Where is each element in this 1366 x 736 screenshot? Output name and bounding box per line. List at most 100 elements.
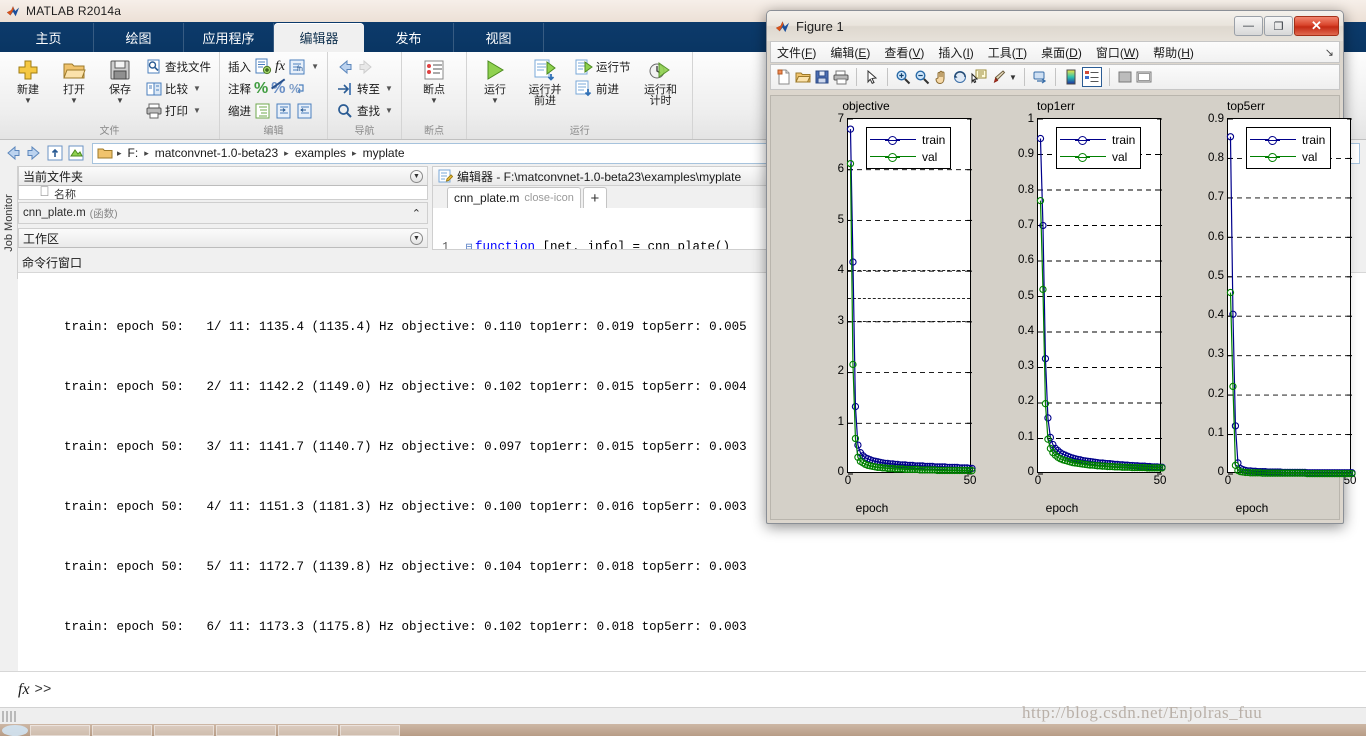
- insert-row[interactable]: 插入 fx fn ▼: [226, 56, 321, 77]
- menu-insert[interactable]: 插入(I): [938, 44, 973, 61]
- colorbar-icon[interactable]: [1063, 69, 1079, 85]
- run-section-button[interactable]: 运行节: [573, 56, 633, 77]
- tab-publish[interactable]: 发布: [364, 23, 454, 52]
- resize-grip-icon[interactable]: [2, 710, 16, 722]
- editor-code-area[interactable]: 1 ⊟ function [net, info] = cnn_plate() 2…: [432, 208, 772, 250]
- plot-legend[interactable]: train val: [1246, 127, 1332, 169]
- maximize-button[interactable]: ❐: [1264, 16, 1293, 36]
- nav-browse-folder-icon[interactable]: [67, 144, 85, 162]
- close-icon[interactable]: close-icon: [524, 192, 574, 204]
- new-button[interactable]: 新建 ▼: [6, 54, 50, 105]
- minimize-button[interactable]: —: [1234, 16, 1263, 36]
- nav-back-icon[interactable]: [4, 144, 22, 162]
- chevron-down-icon[interactable]: ▼: [385, 106, 393, 115]
- show-plot-tools-icon[interactable]: [1136, 69, 1152, 85]
- breadcrumb-item-matconvnet[interactable]: matconvnet-1.0-beta23: [153, 146, 280, 160]
- print-figure-icon[interactable]: [833, 69, 849, 85]
- menu-help[interactable]: 帮助(H): [1153, 44, 1194, 61]
- function-details-bar[interactable]: cnn_plate.m (函数) ⌃: [18, 202, 428, 224]
- datacursor-icon[interactable]: [971, 69, 987, 85]
- find-files-button[interactable]: 查找文件: [144, 56, 213, 77]
- breadcrumb-item-drive[interactable]: F:: [126, 146, 141, 160]
- legend-icon[interactable]: [1081, 67, 1102, 87]
- smart-indent-icon[interactable]: [254, 102, 272, 120]
- taskbar-item[interactable]: [216, 724, 276, 736]
- chevron-down-icon[interactable]: ▼: [410, 231, 423, 245]
- chevron-down-icon[interactable]: ▼: [311, 62, 319, 71]
- menu-view[interactable]: 查看(V): [884, 44, 924, 61]
- run-button[interactable]: 运行 ▼: [473, 54, 517, 105]
- zoom-out-icon[interactable]: [914, 69, 930, 85]
- plot-legend[interactable]: train val: [1056, 127, 1142, 169]
- chevron-down-icon[interactable]: ▼: [385, 84, 393, 93]
- plot-legend[interactable]: train val: [866, 127, 952, 169]
- nav-arrows-row[interactable]: [334, 56, 395, 77]
- plot-axes[interactable]: 0 1 2 3 4 5 6 7 0 50 train val: [838, 113, 977, 487]
- taskbar-item[interactable]: [92, 724, 152, 736]
- command-prompt-row[interactable]: fx >>: [0, 671, 1366, 707]
- pan-icon[interactable]: [933, 69, 949, 85]
- figure-titlebar[interactable]: Figure 1 — ❐ ✕: [767, 11, 1343, 41]
- insert-function-icon[interactable]: fn: [288, 58, 306, 76]
- run-and-time-button[interactable]: 运行和 计时: [634, 54, 686, 107]
- indent-row[interactable]: 缩进: [226, 100, 321, 121]
- uncomment-icon[interactable]: %: [271, 78, 285, 97]
- chevron-down-icon[interactable]: ▼: [24, 97, 32, 105]
- breadcrumb-item-examples[interactable]: examples: [293, 146, 348, 160]
- tab-view[interactable]: 视图: [454, 23, 544, 52]
- open-button[interactable]: 打开 ▼: [52, 54, 96, 105]
- taskbar-item[interactable]: [30, 724, 90, 736]
- taskbar-item[interactable]: [154, 724, 214, 736]
- chevron-up-icon[interactable]: ⌃: [412, 207, 423, 220]
- indent-left-icon[interactable]: [296, 102, 314, 120]
- tab-home[interactable]: 主页: [4, 23, 94, 52]
- taskbar-item[interactable]: [340, 724, 400, 736]
- plus-icon[interactable]: +: [582, 187, 607, 208]
- insert-script-icon[interactable]: [254, 58, 272, 76]
- tab-editor[interactable]: 编辑器: [274, 23, 364, 52]
- start-button[interactable]: [2, 724, 28, 736]
- chevron-down-icon[interactable]: ▼: [193, 106, 201, 115]
- menu-file[interactable]: 文件(F): [777, 44, 816, 61]
- chevron-down-icon[interactable]: ▼: [193, 84, 201, 93]
- comment-percent-icon[interactable]: %: [254, 80, 268, 97]
- pointer-icon[interactable]: [864, 69, 880, 85]
- close-button[interactable]: ✕: [1294, 16, 1339, 36]
- save-button[interactable]: 保存 ▼: [98, 54, 142, 105]
- fold-toggle-icon[interactable]: ⊟: [463, 240, 475, 249]
- rotate3d-icon[interactable]: [952, 69, 968, 85]
- breadcrumb-item-myplate[interactable]: myplate: [361, 146, 407, 160]
- current-folder-list[interactable]: 名称: [18, 186, 428, 200]
- comment-row[interactable]: 注释 % % %: [226, 78, 321, 99]
- run-and-advance-button[interactable]: 运行并 前进: [519, 54, 571, 107]
- tab-apps[interactable]: 应用程序: [184, 23, 274, 52]
- editor-tab-cnn-plate[interactable]: cnn_plate.m close-icon: [447, 187, 581, 208]
- link-data-icon[interactable]: [1032, 69, 1048, 85]
- plot-axes[interactable]: 0 0.1 0.2 0.3 0.4 0.5 0.6 0.7 0.8 0.9 0 …: [1208, 113, 1356, 487]
- chevron-down-icon[interactable]: ▼: [491, 97, 499, 105]
- open-figure-icon[interactable]: [795, 69, 811, 85]
- print-button[interactable]: 打印 ▼: [144, 100, 213, 121]
- nav-up-folder-icon[interactable]: [46, 144, 64, 162]
- save-figure-icon[interactable]: [814, 69, 830, 85]
- brush-icon[interactable]: [990, 69, 1006, 85]
- insert-fx-icon[interactable]: fx: [275, 59, 285, 75]
- brush-dropdown-icon[interactable]: ▼: [1009, 73, 1017, 82]
- nav-forward-icon[interactable]: [25, 144, 43, 162]
- current-folder-column-name[interactable]: 名称: [54, 186, 76, 199]
- menu-tools[interactable]: 工具(T): [988, 44, 1027, 61]
- tab-plots[interactable]: 绘图: [94, 23, 184, 52]
- zoom-in-icon[interactable]: [895, 69, 911, 85]
- chevron-down-icon[interactable]: ▼: [116, 97, 124, 105]
- back-arrow-icon[interactable]: [336, 58, 354, 76]
- menu-edit[interactable]: 编辑(E): [830, 44, 870, 61]
- overflow-arrow-icon[interactable]: ↘: [1325, 46, 1339, 59]
- chevron-down-icon[interactable]: ▼: [430, 97, 438, 105]
- goto-button[interactable]: 转至 ▼: [334, 78, 395, 99]
- find-button[interactable]: 查找 ▼: [334, 100, 395, 121]
- hide-plot-tools-icon[interactable]: [1117, 69, 1133, 85]
- new-figure-icon[interactable]: [776, 69, 792, 85]
- menu-window[interactable]: 窗口(W): [1096, 44, 1139, 61]
- menu-desktop[interactable]: 桌面(D): [1041, 44, 1082, 61]
- advance-button[interactable]: 前进: [573, 78, 633, 99]
